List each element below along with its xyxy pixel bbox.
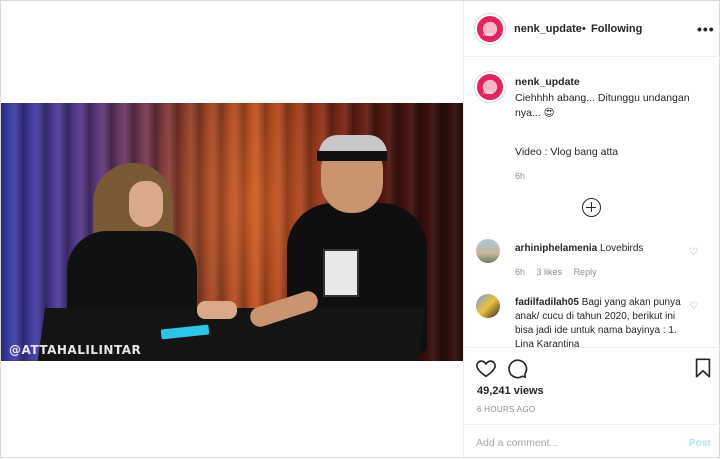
post-sidebar: nenk nenk_update • Following ••• nenk ne… [463, 1, 720, 459]
comments-list: arhiniphelamenia Lovebirds 6h 3 likes Re… [464, 233, 720, 347]
heart-icon[interactable]: ♡ [689, 301, 698, 312]
heart-icon[interactable]: ♡ [689, 247, 698, 258]
heart-icon[interactable] [475, 357, 497, 379]
post-video[interactable]: @ATTAHALILINTAR [1, 103, 463, 361]
comment-input[interactable] [476, 435, 666, 451]
header-username[interactable]: nenk_update [514, 23, 582, 35]
comment-meta: 6h 3 likes Reply [515, 267, 606, 277]
comment-2: fadilfadilah05 Bagi yang akan punya anak… [515, 296, 690, 347]
comment-username[interactable]: arhiniphelamenia [515, 243, 597, 254]
add-comment-bar: Post [464, 424, 720, 459]
more-options-icon[interactable]: ••• [697, 21, 715, 37]
caption-username[interactable]: nenk_update [515, 76, 580, 88]
comment-text: Lovebirds [600, 243, 644, 254]
comment-avatar[interactable] [476, 294, 500, 318]
header-separator: • [582, 23, 586, 35]
bookmark-icon[interactable] [692, 357, 714, 379]
post-timestamp[interactable]: 6 HOURS AGO [477, 405, 535, 414]
comment-1: arhiniphelamenia Lovebirds [515, 242, 690, 256]
comment-username[interactable]: fadilfadilah05 [515, 297, 579, 308]
comment-avatar[interactable] [476, 239, 500, 263]
post-button[interactable]: Post [689, 438, 711, 449]
caption-time[interactable]: 6h [515, 171, 525, 181]
caption-text: Ciehhhh abang... Ditunggu undangan nya..… [515, 92, 690, 119]
plus-circle-icon[interactable] [582, 198, 601, 217]
post-actions: 49,241 views 6 HOURS AGO [464, 347, 720, 423]
comment-likes[interactable]: 3 likes [537, 267, 563, 277]
view-count[interactable]: 49,241 views [477, 385, 544, 397]
video-watermark: @ATTAHALILINTAR [9, 343, 142, 357]
post-header: nenk nenk_update • Following ••• [464, 1, 720, 57]
caption-avatar[interactable]: nenk [475, 72, 505, 102]
avatar[interactable]: nenk [475, 14, 505, 44]
caption-credit: Video : Vlog bang atta [515, 146, 619, 158]
following-button[interactable]: Following [591, 23, 642, 35]
comment-time[interactable]: 6h [515, 267, 525, 277]
instagram-post-modal: @ATTAHALILINTAR nenk nenk_update • Follo… [0, 0, 720, 459]
post-media: @ATTAHALILINTAR [1, 1, 463, 457]
comment-reply-button[interactable]: Reply [574, 267, 597, 277]
comment-icon[interactable] [506, 357, 528, 379]
